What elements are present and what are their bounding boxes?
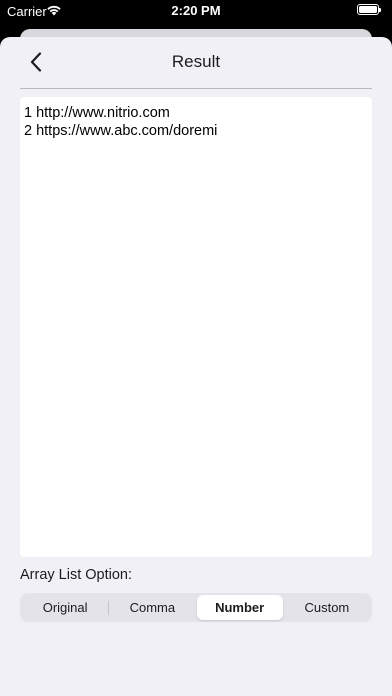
page-title: Result xyxy=(171,52,221,71)
result-text-view[interactable]: 1 http://www.nitrio.com 2 https://www.ab… xyxy=(20,97,372,557)
clock: 2:20 PM xyxy=(171,3,221,18)
status-bar: Carrier 2:20 PM xyxy=(0,0,392,28)
battery-icon xyxy=(357,4,381,15)
array-list-option-label: Array List Option: xyxy=(20,567,133,583)
navigation-bar: Result xyxy=(20,37,372,89)
result-sheet: Result 1 http://www.nitrio.com 2 https:/… xyxy=(0,37,392,696)
result-line: 2 https://www.abc.com/doremi xyxy=(24,123,218,139)
segment-comma[interactable]: Comma xyxy=(109,595,195,620)
segment-original[interactable]: Original xyxy=(22,595,108,620)
segment-number[interactable]: Number xyxy=(196,595,283,620)
segment-custom[interactable]: Custom xyxy=(284,595,370,620)
array-list-option-control: Original Comma Number Custom xyxy=(20,593,372,622)
result-line: 1 http://www.nitrio.com xyxy=(24,105,170,121)
